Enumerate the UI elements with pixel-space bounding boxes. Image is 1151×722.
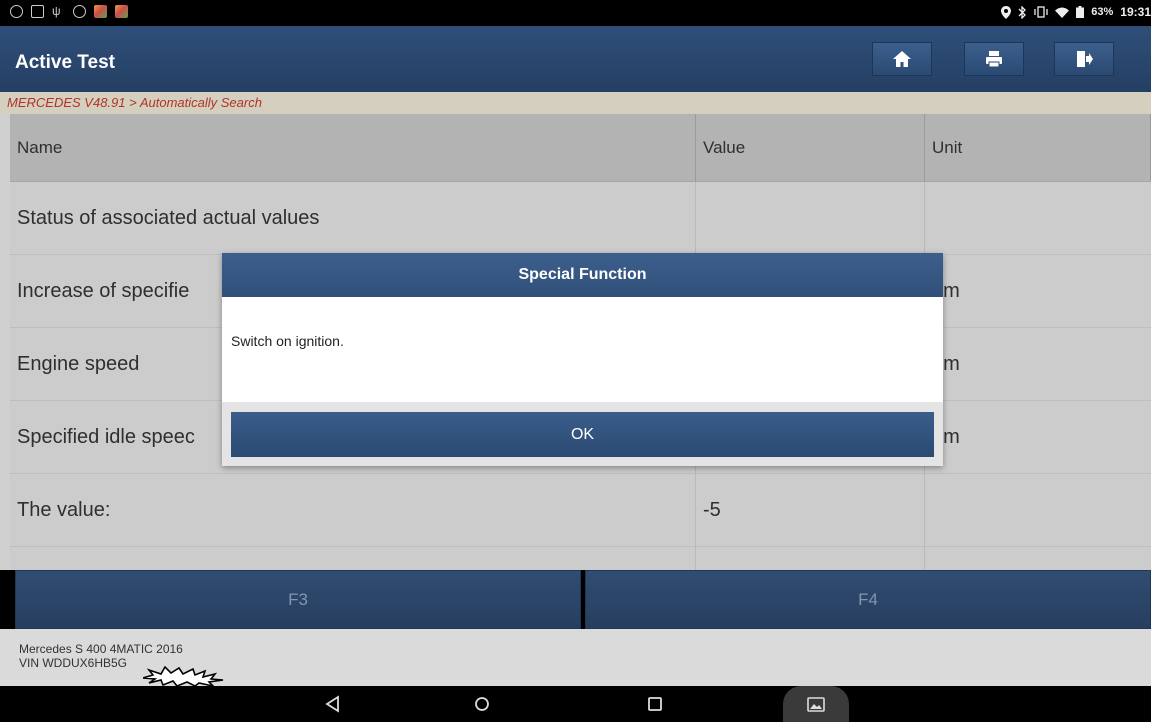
notification-icons: ψ <box>10 5 128 18</box>
redaction-burst-icon <box>143 666 224 686</box>
status-bar: ψ 63% 19:31 <box>0 0 1151 26</box>
battery-percent: 63% <box>1091 6 1114 18</box>
app-notification-icon-2 <box>115 5 128 18</box>
home-icon <box>893 51 911 67</box>
exit-button[interactable] <box>1054 42 1114 76</box>
wifi-icon <box>1055 7 1070 18</box>
location-icon <box>1001 5 1012 19</box>
dialog-message: Switch on ignition. <box>231 333 344 349</box>
vehicle-vin: VIN WDDUX6HB5G <box>19 656 128 670</box>
gallery-notification-icon <box>31 5 44 18</box>
vibrate-icon <box>1034 6 1048 18</box>
app-header: Active Test <box>0 26 1151 92</box>
settings-notification-icon <box>73 5 86 18</box>
vehicle-info-bar: Mercedes S 400 4MATIC 2016 VIN WDDUX6HB5… <box>0 629 1151 686</box>
special-function-dialog: Special Function Switch on ignition. OK <box>222 253 943 466</box>
usb-icon: ψ <box>52 4 61 18</box>
back-icon[interactable] <box>322 694 344 714</box>
page-title: Active Test <box>15 52 115 73</box>
notification-icon <box>10 5 23 18</box>
print-icon <box>986 51 1002 68</box>
print-button[interactable] <box>964 42 1024 76</box>
screenshot-pill[interactable] <box>783 686 849 722</box>
dialog-footer: OK <box>222 402 943 466</box>
home-nav-icon[interactable] <box>471 694 493 714</box>
dialog-title: Special Function <box>222 253 943 297</box>
system-icons: 63% 19:31 <box>1001 5 1151 19</box>
battery-icon <box>1076 6 1085 18</box>
recents-icon[interactable] <box>644 694 666 714</box>
home-button[interactable] <box>872 42 932 76</box>
app-notification-icon <box>94 5 107 18</box>
bluetooth-icon <box>1018 5 1027 19</box>
vehicle-model: Mercedes S 400 4MATIC 2016 <box>19 642 183 656</box>
ok-button[interactable]: OK <box>231 412 934 457</box>
system-nav-bar <box>0 686 1151 722</box>
exit-icon <box>1077 51 1093 67</box>
clock: 19:31 <box>1120 5 1151 19</box>
image-icon <box>807 697 825 712</box>
